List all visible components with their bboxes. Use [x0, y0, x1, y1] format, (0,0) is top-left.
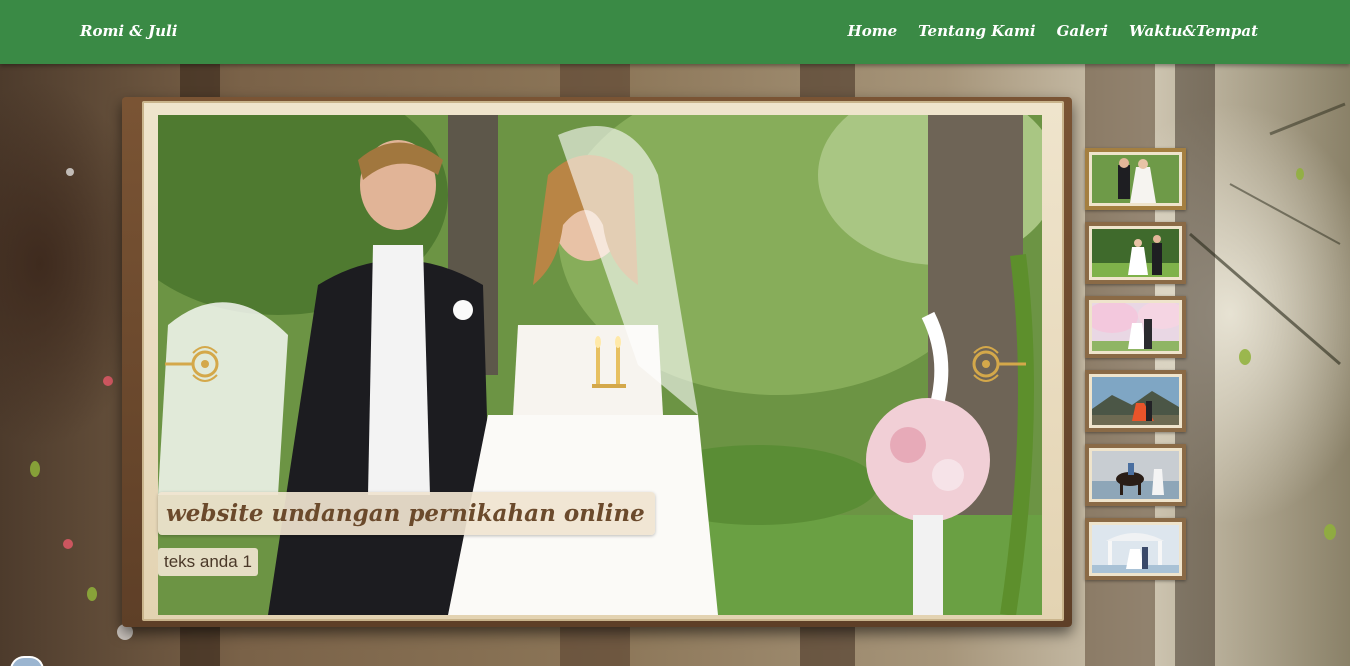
slide-title: website undangan pernikahan online	[158, 492, 655, 535]
thumbnail-image	[1092, 303, 1179, 351]
thumbnail-image	[1092, 229, 1179, 277]
thumbnail-2[interactable]	[1085, 222, 1186, 284]
thumbnail-1[interactable]	[1085, 148, 1186, 210]
nav-home[interactable]: Home	[848, 22, 898, 40]
left-clasp-ornament	[165, 346, 219, 382]
nav-galeri[interactable]: Galeri	[1057, 22, 1108, 40]
candle-ornament	[592, 336, 626, 388]
thumbnail-4[interactable]	[1085, 370, 1186, 432]
slide-subtitle: teks anda 1	[158, 548, 258, 576]
nav-tentang-kami[interactable]: Tentang Kami	[918, 22, 1035, 40]
thumbnail-6[interactable]	[1085, 518, 1186, 580]
nav-waktu-tempat[interactable]: Waktu&Tempat	[1129, 22, 1258, 40]
thumbnail-image	[1092, 525, 1179, 573]
thumbnail-image	[1092, 451, 1179, 499]
thumbnail-image	[1092, 377, 1179, 425]
thumbnail-5[interactable]	[1085, 444, 1186, 506]
thumbnail-image	[1092, 155, 1179, 203]
thumbnail-3[interactable]	[1085, 296, 1186, 358]
brand-logo[interactable]: Romi & Juli	[80, 22, 177, 40]
nav-links: Home Tentang Kami Galeri Waktu&Tempat	[848, 22, 1258, 40]
navbar: Romi & Juli Home Tentang Kami Galeri Wak…	[0, 0, 1350, 64]
right-clasp-ornament	[972, 346, 1026, 382]
